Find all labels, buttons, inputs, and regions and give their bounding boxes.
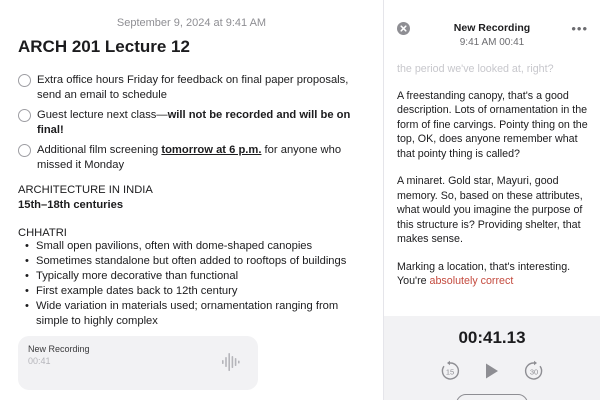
playback-controls: 00:41.13 15 30: [384, 316, 600, 400]
bullet-item[interactable]: Wide variation in materials used; orname…: [25, 299, 365, 329]
checklist-item-text[interactable]: Extra office hours Friday for feedback o…: [37, 73, 368, 103]
checkbox[interactable]: [18, 74, 31, 87]
transcript-current-words: absolutely correct: [429, 275, 514, 287]
checklist-item: Extra office hours Friday for feedback o…: [18, 73, 368, 103]
transcript-faded-line: the period we've looked at, right?: [397, 63, 554, 75]
checklist: Extra office hours Friday for feedback o…: [18, 73, 368, 178]
recording-attachment-card[interactable]: New Recording 00:41: [18, 336, 258, 390]
section-heading[interactable]: ARCHITECTURE IN INDIA: [18, 183, 153, 198]
waveform-icon: [222, 353, 240, 371]
skip-back-label: 15: [446, 368, 454, 377]
play-icon[interactable]: [483, 360, 501, 382]
playback-timer: 00:41.13: [458, 328, 526, 347]
more-icon: •••: [571, 21, 588, 36]
more-button[interactable]: •••: [571, 21, 588, 36]
bullet-item[interactable]: Sometimes standalone but often added to …: [25, 254, 365, 269]
recording-card-time: 00:41: [28, 356, 51, 366]
bullet-item[interactable]: Small open pavilions, often with dome-sh…: [25, 239, 365, 254]
transcript-paragraph: A freestanding canopy, that's a good des…: [397, 89, 588, 160]
transcript-paragraph: A minaret. Gold star, Mayuri, good memor…: [397, 175, 583, 245]
checklist-text-plain: Additional film screening: [37, 144, 162, 156]
checklist-item: Additional film screening tomorrow at 6 …: [18, 143, 368, 173]
bullet-item[interactable]: First example dates back to 12th century: [25, 284, 365, 299]
checklist-item-text[interactable]: Guest lecture next class—will not be rec…: [37, 108, 368, 138]
section: ARCHITECTURE IN INDIA 15th–18th centurie…: [18, 183, 153, 213]
note-date: September 9, 2024 at 9:41 AM: [116, 17, 267, 29]
section-subheading[interactable]: 15th–18th centuries: [18, 198, 153, 213]
transcript-paragraph: Marking a location, that's interesting. …: [397, 260, 592, 289]
skip-forward-30-icon[interactable]: 30: [523, 360, 545, 382]
checklist-text-underlined: tomorrow at 6 p.m.: [161, 144, 262, 156]
bullet-list: Small open pavilions, often with dome-sh…: [25, 239, 365, 329]
recording-subtitle: 9:41 AM 00:41: [459, 37, 525, 48]
skip-forward-label: 30: [530, 368, 538, 377]
recording-card-title: New Recording: [28, 344, 90, 354]
transcript[interactable]: the period we've looked at, right? A fre…: [397, 58, 592, 308]
skip-back-15-icon[interactable]: 15: [439, 360, 461, 382]
checklist-item: Guest lecture next class—will not be rec…: [18, 108, 368, 138]
checklist-item-text[interactable]: Additional film screening tomorrow at 6 …: [37, 143, 368, 173]
note-pane[interactable]: September 9, 2024 at 9:41 AM ARCH 201 Le…: [0, 0, 383, 400]
note-title[interactable]: ARCH 201 Lecture 12: [18, 37, 190, 57]
checklist-text-plain: Guest lecture next class—: [37, 109, 168, 121]
recording-title: New Recording: [453, 22, 531, 34]
record-button[interactable]: [456, 394, 528, 400]
bullet-item[interactable]: Typically more decorative than functiona…: [25, 269, 365, 284]
checkbox[interactable]: [18, 109, 31, 122]
checkbox[interactable]: [18, 144, 31, 157]
